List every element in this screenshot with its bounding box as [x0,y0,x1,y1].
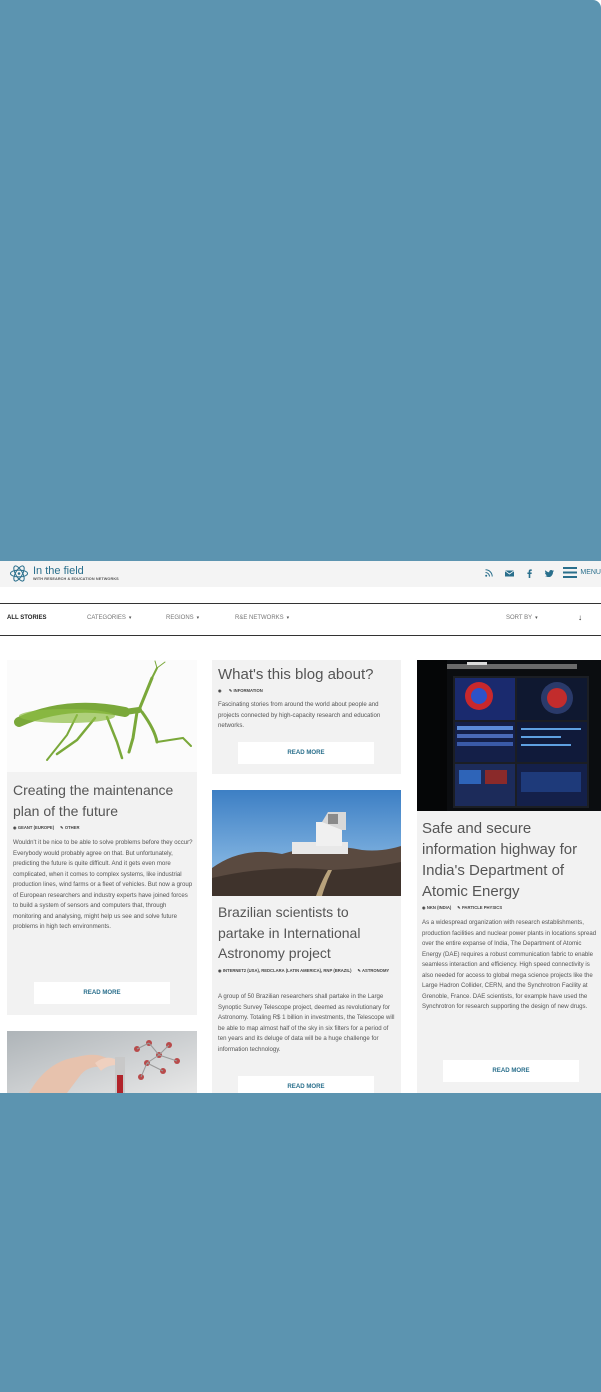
facebook-icon[interactable] [519,567,539,578]
region-label: INTERNET2 (USA), REDCLARA (LATIN AMERICA… [222,968,352,973]
region-label: GEANT (EUROPE) [17,825,55,830]
background-bottom [0,1093,601,1392]
category-label: ASTRONOMY [362,968,390,973]
sort-by-label: SORT BY [506,615,533,621]
rss-icon[interactable] [479,568,499,578]
filter-networks[interactable]: R&E NETWORKS ▾ [235,615,289,621]
atom-logo-icon [10,565,28,582]
category-tag[interactable]: ✎ PARTICLE PHYSICS [457,905,502,910]
filter-regions[interactable]: REGIONS ▾ [166,615,199,621]
story-card-partial [7,1031,197,1093]
filter-all-stories[interactable]: ALL STORIES [7,615,46,621]
hand-molecule-image[interactable] [7,1031,197,1093]
hamburger-icon [563,567,578,578]
logo-subtitle: WITH RESEARCH & EDUCATION NETWORKS [33,576,119,581]
story-meta: ◉ ✎ INFORMATION [218,686,269,696]
sort-arrow-icon[interactable]: ↓ [578,613,582,622]
menu-label: MENU [580,569,601,576]
read-more-button[interactable]: READ MORE [34,982,170,1004]
caret-down-icon: ▾ [535,615,538,621]
telescope-image[interactable] [212,790,401,896]
twitter-icon[interactable] [539,568,559,578]
story-card-brazil: Brazilian scientists to partake in Inter… [212,790,401,1093]
story-title[interactable]: What's this blog about? [218,665,398,686]
story-title[interactable]: Creating the maintenance plan of the fut… [13,780,195,821]
site-header: In the field WITH RESEARCH & EDUCATION N… [0,561,601,587]
region-label: NKN (INDIA) [426,905,452,910]
story-excerpt: A group of 50 Brazilian researchers shal… [218,993,395,1053]
caret-down-icon: ▾ [128,615,132,621]
category-label: INFORMATION [233,688,263,693]
caret-down-icon: ▾ [286,615,290,621]
sort-by[interactable]: SORT BY ▾ [506,615,538,621]
filter-regions-label: REGIONS [166,615,194,621]
background-top [0,0,601,561]
story-card-blog-about: What's this blog about? ◉ ✎ INFORMATION … [212,660,401,774]
control-room-image[interactable] [417,660,601,811]
filter-categories[interactable]: CATEGORIES ▾ [87,615,131,621]
filter-bar: ALL STORIES CATEGORIES ▾ REGIONS ▾ R&E NET… [0,603,601,636]
region-tag[interactable]: ◉ INTERNET2 (USA), REDCLARA (LATIN AMERI… [218,968,351,973]
caret-down-icon: ▾ [196,615,200,621]
filter-categories-label: CATEGORIES [87,615,126,621]
region-tag[interactable]: ◉ NKN (INDIA) [422,905,451,910]
region-tag[interactable]: ◉ GEANT (EUROPE) [13,825,54,830]
menu-button[interactable]: MENU [563,567,601,578]
story-card-maintenance: Creating the maintenance plan of the fut… [7,660,197,1015]
header-icons: MENU [479,567,601,578]
category-label: OTHER [64,825,80,830]
website-screenshot: In the field WITH RESEARCH & EDUCATION N… [0,561,601,1093]
logo-title: In the field [33,564,84,577]
mantis-image[interactable] [7,660,197,772]
story-excerpt: As a widespread organization with resear… [422,919,597,1010]
story-meta: ◉ GEANT (EUROPE) ✎ OTHER [13,823,195,833]
story-excerpt: Wouldn't it be nice to be able to solve … [13,839,193,930]
site-logo[interactable]: In the field WITH RESEARCH & EDUCATION N… [9,565,119,582]
story-title[interactable]: Brazilian scientists to partake in Inter… [218,902,398,964]
story-title[interactable]: Safe and secure information highway for … [422,818,600,902]
read-more-button[interactable]: READ MORE [443,1060,579,1082]
category-tag[interactable]: ✎ ASTRONOMY [357,968,389,973]
category-label: PARTICLE PHYSICS [461,905,503,910]
story-card-india: Safe and secure information highway for … [417,660,601,1093]
category-tag[interactable]: ✎ OTHER [60,825,79,830]
filter-networks-label: R&E NETWORKS [235,615,284,621]
category-tag[interactable]: ✎ INFORMATION [229,688,263,693]
mail-icon[interactable] [499,568,519,578]
story-meta: ◉ NKN (INDIA) ✎ PARTICLE PHYSICS [422,903,600,913]
story-excerpt: Fascinating stories from around the worl… [218,701,381,729]
story-meta: ◉ INTERNET2 (USA), REDCLARA (LATIN AMERI… [218,966,398,976]
read-more-button[interactable]: READ MORE [238,1076,374,1093]
region-tag[interactable]: ◉ [218,688,223,693]
read-more-button[interactable]: READ MORE [238,742,374,764]
